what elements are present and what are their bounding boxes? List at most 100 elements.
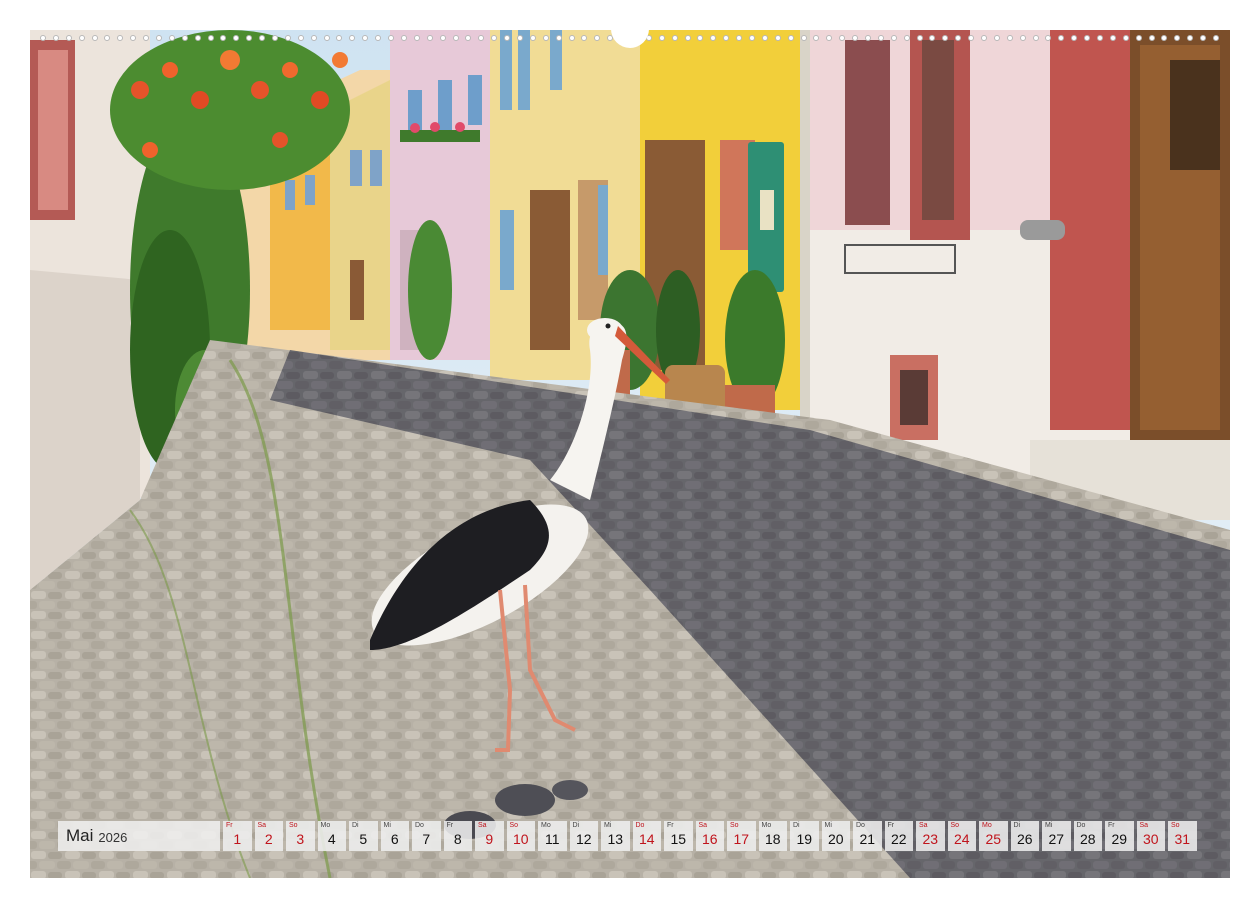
day-number: 26 bbox=[1016, 831, 1033, 847]
day-cell: So 31 bbox=[1168, 821, 1197, 851]
day-of-week: Di bbox=[572, 822, 580, 829]
binding-ring bbox=[839, 35, 846, 41]
binding-ring bbox=[710, 35, 717, 41]
binding-ring bbox=[877, 35, 884, 41]
binding-ring bbox=[1161, 35, 1168, 41]
day-number: 5 bbox=[359, 831, 368, 847]
day-number: 25 bbox=[985, 831, 1002, 847]
binding-ring bbox=[65, 35, 72, 41]
binding-ring bbox=[1135, 35, 1142, 41]
day-number: 31 bbox=[1174, 831, 1191, 847]
day-number: 14 bbox=[638, 831, 655, 847]
binding-ring bbox=[246, 35, 253, 41]
binding-ring bbox=[52, 35, 59, 41]
day-number: 15 bbox=[670, 831, 687, 847]
binding-ring bbox=[865, 35, 871, 41]
day-number: 2 bbox=[264, 831, 273, 847]
day-cell: Do 21 bbox=[853, 821, 882, 851]
binding-ring bbox=[529, 35, 536, 41]
binding-ring bbox=[40, 35, 46, 41]
binding-ring bbox=[748, 35, 755, 41]
binding-ring bbox=[594, 35, 601, 41]
binding-ring bbox=[942, 35, 949, 41]
day-cell: Sa 30 bbox=[1136, 821, 1165, 851]
day-cell: Mi 6 bbox=[380, 821, 409, 851]
day-of-week: Mo bbox=[320, 822, 331, 829]
binding-ring bbox=[284, 35, 291, 41]
binding-ring bbox=[981, 35, 988, 41]
binding-ring bbox=[555, 35, 562, 41]
day-number: 18 bbox=[764, 831, 781, 847]
calendar-page: Mai 2026 Fr 1 Sa 2 So 3 Mo 4 Di 5 Mi 6 Do 7 Fr 8 Sa 9 So 10… bbox=[0, 0, 1260, 908]
day-number: 8 bbox=[453, 831, 462, 847]
day-number: 13 bbox=[607, 831, 624, 847]
binding-ring bbox=[1097, 35, 1104, 41]
day-number: 21 bbox=[859, 831, 876, 847]
day-number: 20 bbox=[827, 831, 844, 847]
binding-ring bbox=[929, 35, 936, 41]
binding-ring bbox=[194, 35, 201, 41]
binding-ring bbox=[684, 35, 691, 41]
day-of-week: Fr bbox=[226, 822, 233, 829]
day-number: 3 bbox=[296, 831, 305, 847]
day-cell: Do 14 bbox=[632, 821, 661, 851]
binding-ring bbox=[813, 35, 820, 41]
binding-ring bbox=[1200, 35, 1207, 41]
day-of-week: Mo bbox=[982, 822, 992, 829]
day-cell: Mo 25 bbox=[979, 821, 1008, 851]
day-of-week: Di bbox=[1013, 822, 1021, 829]
binding-ring bbox=[104, 35, 111, 41]
binding-ring bbox=[736, 35, 743, 41]
day-of-week: Fr bbox=[446, 822, 454, 829]
binding-ring bbox=[1058, 35, 1065, 41]
binding-ring bbox=[723, 35, 730, 41]
day-cell: Di 19 bbox=[790, 821, 819, 851]
day-cell: Di 5 bbox=[349, 821, 378, 851]
day-number: 9 bbox=[485, 831, 494, 847]
day-number: 10 bbox=[512, 831, 529, 847]
day-of-week: Fr bbox=[887, 822, 895, 829]
binding-ring bbox=[1084, 35, 1091, 41]
binding-ring bbox=[1174, 35, 1181, 41]
day-cell: Di 26 bbox=[1010, 821, 1039, 851]
day-number: 4 bbox=[327, 831, 336, 847]
binding-ring bbox=[323, 35, 330, 41]
binding-ring bbox=[916, 35, 923, 41]
day-cell: Sa 9 bbox=[475, 821, 504, 851]
day-cell: Mi 27 bbox=[1042, 821, 1071, 851]
binding-ring bbox=[1045, 35, 1052, 41]
day-number: 1 bbox=[233, 831, 242, 847]
binding-ring bbox=[78, 35, 85, 41]
day-cell: Sa 2 bbox=[254, 821, 283, 851]
day-of-week: So bbox=[509, 822, 519, 829]
day-cell: Do 7 bbox=[412, 821, 441, 851]
day-cell: Mo 18 bbox=[758, 821, 787, 851]
day-number: 7 bbox=[422, 831, 431, 847]
binding-ring bbox=[259, 35, 266, 41]
binding-ring bbox=[452, 35, 459, 41]
day-cell: Do 28 bbox=[1073, 821, 1102, 851]
day-number: 23 bbox=[922, 831, 939, 847]
day-cell: Mo 4 bbox=[317, 821, 346, 851]
binding-ring bbox=[1122, 35, 1129, 41]
binding-ring bbox=[117, 35, 124, 41]
binding-ring bbox=[375, 35, 382, 41]
day-number: 29 bbox=[1111, 831, 1128, 847]
day-number: 27 bbox=[1048, 831, 1065, 847]
binding-ring bbox=[233, 35, 240, 41]
day-of-week: Sa bbox=[919, 822, 928, 829]
binding-ring bbox=[671, 35, 678, 41]
binding-ring bbox=[1032, 35, 1039, 41]
binding-ring bbox=[542, 35, 549, 41]
binding-ring bbox=[516, 35, 523, 41]
day-cell: Fr 29 bbox=[1105, 821, 1134, 851]
day-cell: Fr 8 bbox=[443, 821, 472, 851]
binding-ring bbox=[491, 35, 498, 41]
day-of-week: Sa bbox=[698, 822, 708, 829]
day-of-week: Do bbox=[415, 822, 424, 829]
binding-ring bbox=[1187, 35, 1194, 41]
binding-ring bbox=[207, 35, 214, 41]
day-of-week: Mo bbox=[761, 822, 772, 829]
day-of-week: So bbox=[730, 822, 739, 829]
day-number: 22 bbox=[890, 831, 907, 847]
